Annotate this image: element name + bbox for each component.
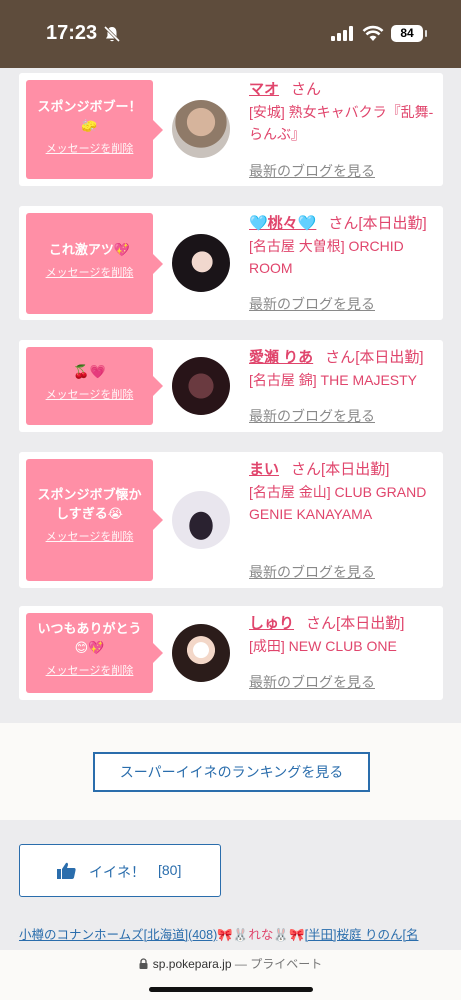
latest-blog-link[interactable]: 最新のブログを見る	[249, 562, 375, 582]
girl-info: まい さん[本日出勤] [名古屋 金山] CLUB GRAND GENIE KAN…	[249, 459, 439, 525]
related-link[interactable]: 小樽のコナンホームズ[北海道](408)	[19, 928, 217, 942]
status-time: 17:23	[46, 22, 98, 44]
like-label: イイネ！	[89, 864, 145, 880]
like-section: イイネ！ [80] 小樽のコナンホームズ[北海道](408)🎀🐰れな🐰🎀[半田]…	[0, 820, 461, 950]
avatar[interactable]	[172, 491, 230, 549]
shop-name: [名古屋 大曽根] ORCHID ROOM	[249, 238, 404, 276]
private-mode-label: — プライベート	[234, 957, 323, 971]
super-like-ranking-button[interactable]: スーパーイイネのランキングを見る	[93, 752, 370, 792]
list-item: これ激アツ💖 メッセージを削除 🩵桃々🩵 さん[本日出勤] [名古屋 大曽根] O…	[19, 206, 443, 320]
shop-name: [成田] NEW CLUB ONE	[249, 638, 397, 654]
wifi-icon	[362, 25, 384, 41]
delete-message-link[interactable]: メッセージを削除	[46, 264, 134, 280]
honorific: さん	[306, 615, 337, 632]
girl-info: しゅり さん[本日出勤] [成田] NEW CLUB ONE	[249, 613, 439, 657]
related-link[interactable]: れな	[248, 928, 273, 942]
message-text: これ激アツ💖	[48, 243, 131, 258]
delete-message-link[interactable]: メッセージを削除	[46, 140, 134, 156]
list-item: いつもありがとう😊💖 メッセージを削除 しゅり さん[本日出勤] [成田] NEW…	[19, 606, 443, 700]
browser-address-bar[interactable]: sp.pokepara.jp — プライベート	[0, 950, 461, 1000]
shop-name: [名古屋 金山] CLUB GRAND GENIE KANAYAMA	[249, 484, 427, 522]
message-text: スポンジボブ懐かしすぎる😭	[37, 488, 142, 522]
message-bubble: これ激アツ💖 メッセージを削除	[26, 213, 163, 314]
message-text: いつもありがとう😊💖	[37, 622, 142, 656]
honorific: さん	[291, 461, 322, 478]
girl-name-link[interactable]: 🩵桃々🩵	[249, 215, 316, 232]
girl-name-link[interactable]: マオ	[249, 81, 279, 98]
girl-info: 🩵桃々🩵 さん[本日出勤] [名古屋 大曽根] ORCHID ROOM	[249, 213, 439, 279]
list-item: スポンジボブ懐かしすぎる😭 メッセージを削除 まい さん[本日出勤] [名古屋 金…	[19, 452, 443, 588]
latest-blog-link[interactable]: 最新のブログを見る	[249, 161, 375, 181]
latest-blog-link[interactable]: 最新のブログを見る	[249, 672, 375, 692]
super-like-list: スポンジボブー！🧽 メッセージを削除 マオ さん [安城] 熟女キャバクラ『乱舞-…	[0, 68, 461, 723]
girl-info: マオ さん [安城] 熟女キャバクラ『乱舞-らんぶ』	[249, 79, 439, 145]
avatar[interactable]	[172, 100, 230, 158]
honorific: さん	[291, 81, 322, 98]
latest-blog-link[interactable]: 最新のブログを見る	[249, 406, 375, 426]
honorific: さん	[325, 349, 356, 366]
avatar[interactable]	[172, 357, 230, 415]
url-text: sp.pokepara.jp	[152, 957, 232, 971]
like-button[interactable]: イイネ！ [80]	[19, 844, 221, 897]
girl-info: 愛瀬 りあ さん[本日出勤] [名古屋 錦] THE MAJESTY	[249, 347, 439, 391]
home-indicator[interactable]	[149, 987, 313, 992]
status-bar: 17:23 84	[0, 0, 461, 68]
message-bubble: スポンジボブー！🧽 メッセージを削除	[26, 80, 163, 179]
work-status: [本日出勤]	[321, 461, 390, 478]
lock-icon	[139, 958, 148, 969]
message-bubble: スポンジボブ懐かしすぎる😭 メッセージを削除	[26, 459, 163, 581]
battery-indicator: 84	[391, 25, 427, 42]
shop-name: [安城] 熟女キャバクラ『乱舞-らんぶ』	[249, 104, 434, 142]
signal-icon	[331, 26, 353, 41]
girl-name-link[interactable]: まい	[249, 461, 279, 478]
decoration-text: 🐰🎀	[273, 928, 305, 942]
delete-message-link[interactable]: メッセージを削除	[46, 662, 134, 678]
work-status: [本日出勤]	[358, 215, 427, 232]
honorific: さん	[328, 215, 359, 232]
delete-message-link[interactable]: メッセージを削除	[46, 386, 134, 402]
girl-name-link[interactable]: しゅり	[249, 615, 294, 632]
ranking-section: スーパーイイネのランキングを見る	[0, 723, 461, 820]
message-text: スポンジボブー！🧽	[37, 100, 142, 134]
message-bubble: いつもありがとう😊💖 メッセージを削除	[26, 613, 163, 693]
related-links: 小樽のコナンホームズ[北海道](408)🎀🐰れな🐰🎀[半田]桜庭 りのん[名	[19, 924, 459, 943]
list-item: 🍒💗 メッセージを削除 愛瀬 りあ さん[本日出勤] [名古屋 錦] THE MA…	[19, 340, 443, 432]
thumbs-up-icon	[57, 862, 76, 879]
like-count: [80]	[158, 862, 182, 878]
avatar[interactable]	[172, 234, 230, 292]
girl-name-link[interactable]: 愛瀬 りあ	[249, 349, 313, 366]
latest-blog-link[interactable]: 最新のブログを見る	[249, 294, 375, 314]
decoration-text: 🎀🐰	[217, 928, 249, 942]
work-status: [本日出勤]	[336, 615, 405, 632]
bell-off-icon	[103, 25, 121, 43]
related-link[interactable]: [半田]桜庭 りのん[名	[305, 928, 419, 942]
delete-message-link[interactable]: メッセージを削除	[46, 528, 134, 544]
avatar[interactable]	[172, 624, 230, 682]
message-bubble: 🍒💗 メッセージを削除	[26, 347, 163, 425]
shop-name: [名古屋 錦] THE MAJESTY	[249, 372, 418, 388]
list-item: スポンジボブー！🧽 メッセージを削除 マオ さん [安城] 熟女キャバクラ『乱舞-…	[19, 73, 443, 186]
work-status: [本日出勤]	[355, 349, 424, 366]
message-text: 🍒💗	[73, 365, 106, 380]
